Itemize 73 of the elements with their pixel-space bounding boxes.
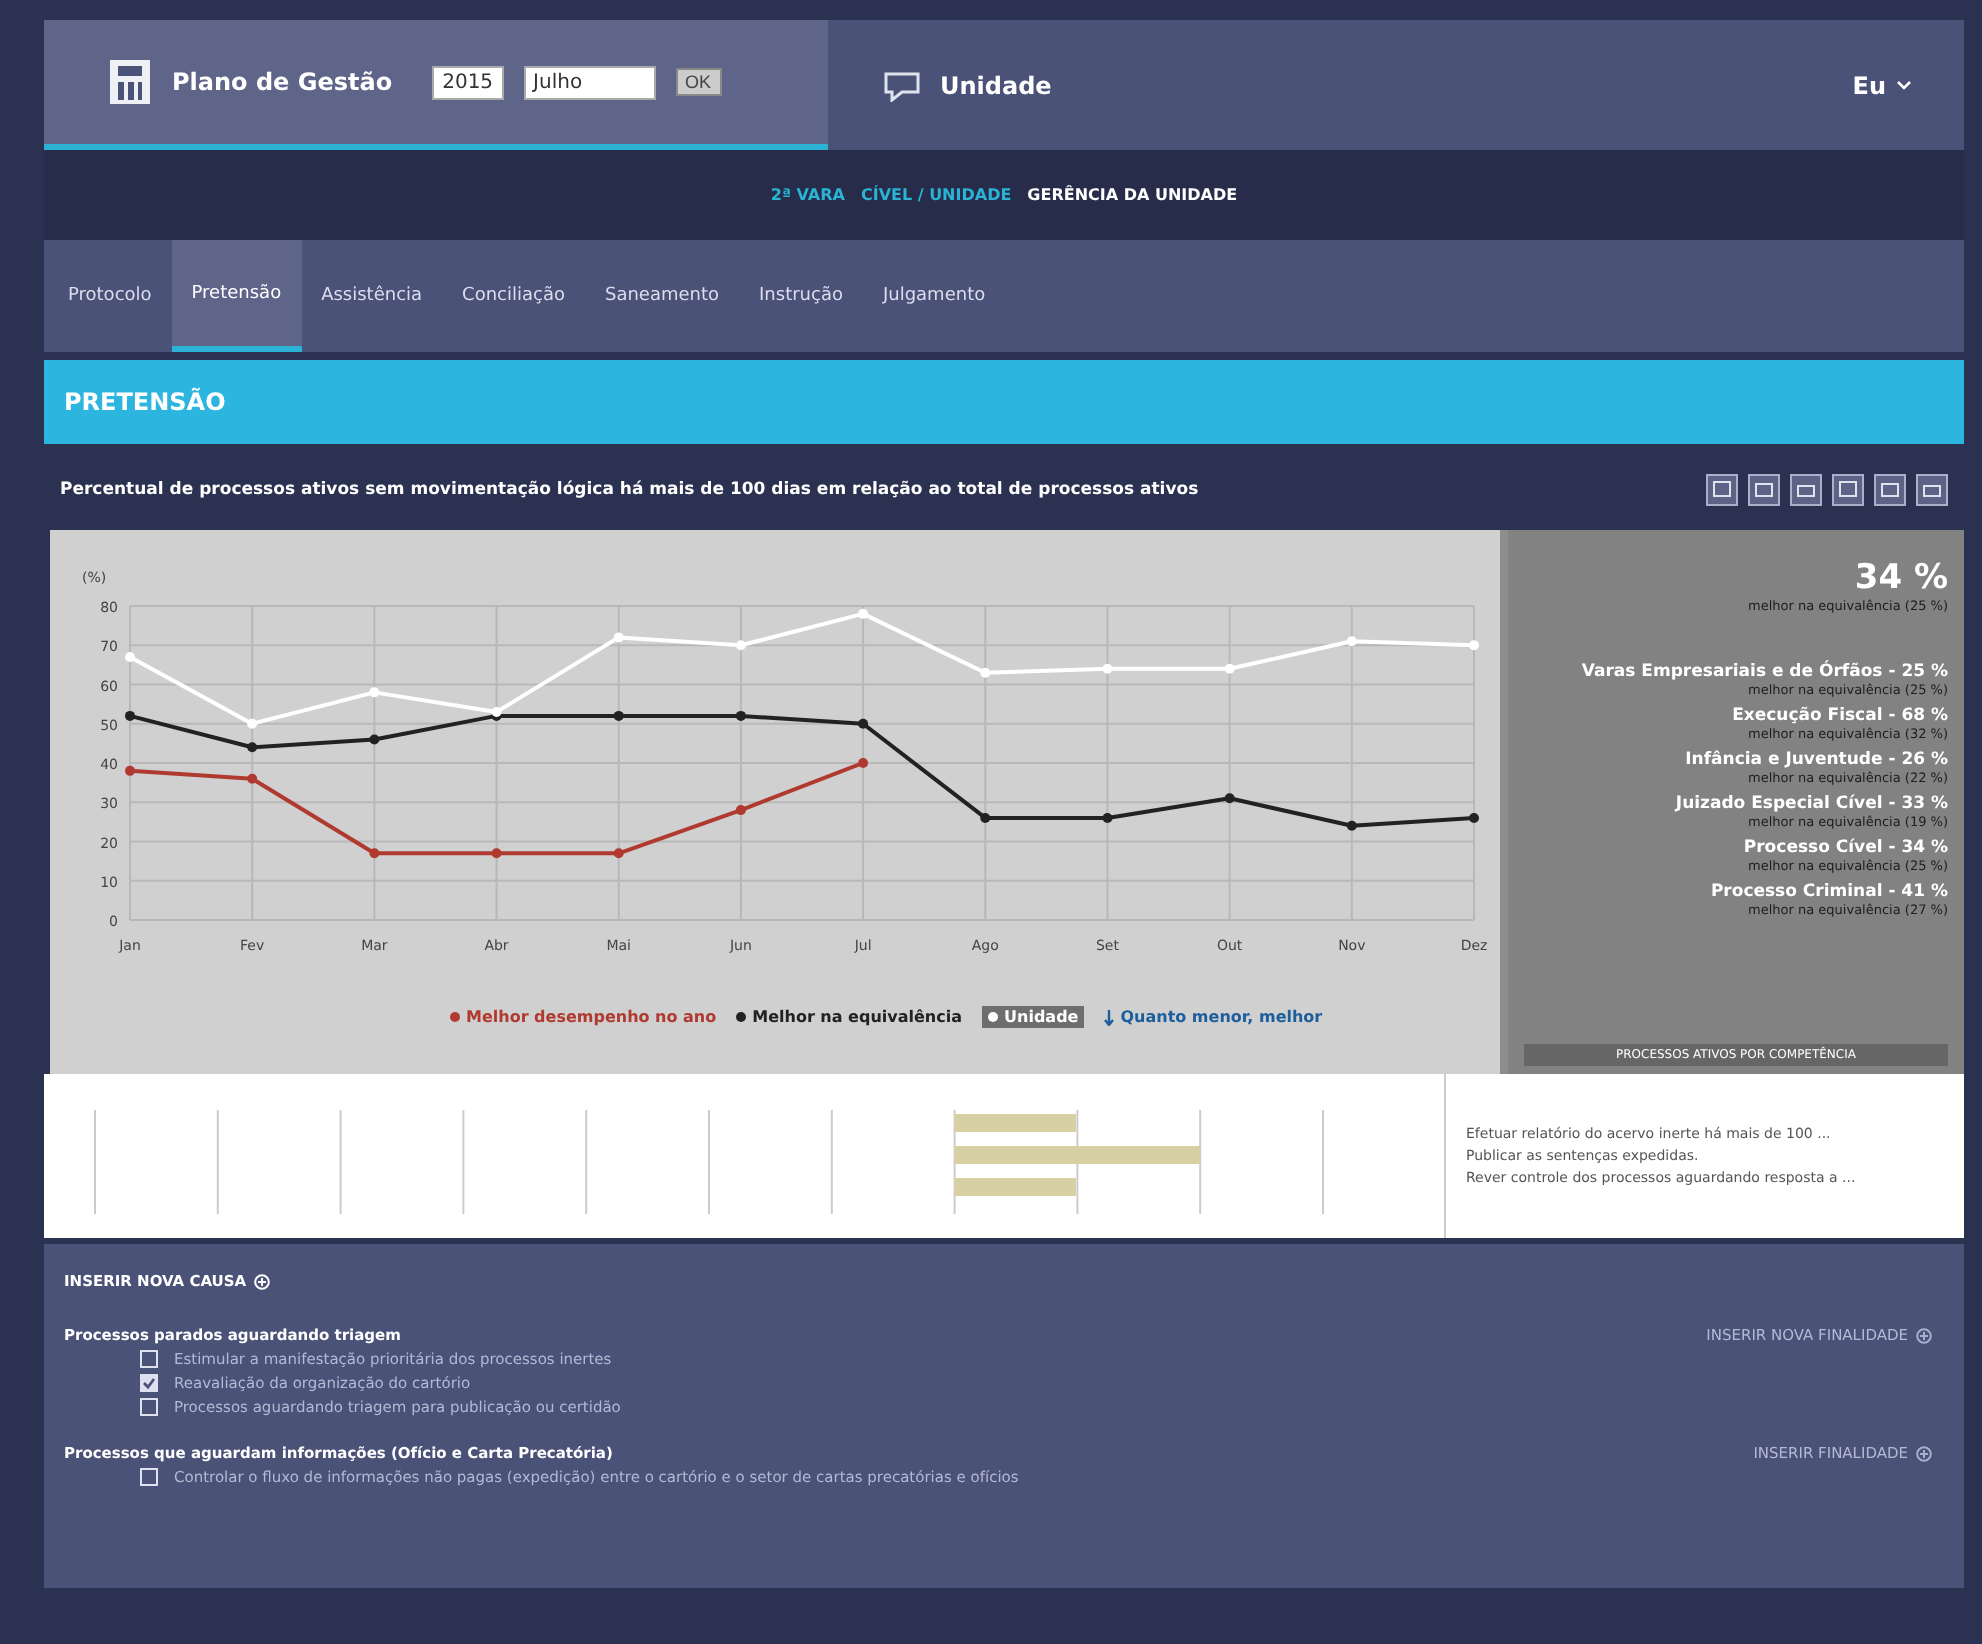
tab[interactable]: Pretensão	[171, 240, 302, 352]
legend-item[interactable]: Melhor desempenho no ano	[450, 1006, 717, 1028]
point	[1469, 640, 1479, 651]
summary-item[interactable]: Processo Cível - 34 %	[1743, 838, 1948, 858]
legend-label: Melhor na equivalência	[752, 1008, 963, 1026]
section-title: PRETENSÃO	[44, 360, 1964, 450]
legend-label: Melhor desempenho no ano	[466, 1008, 717, 1026]
point	[858, 758, 869, 768]
point	[247, 773, 258, 784]
tab[interactable]: Instrução	[739, 240, 863, 352]
tab[interactable]: Julgamento	[862, 240, 1006, 352]
point	[491, 848, 502, 859]
month-select[interactable]: Julho	[523, 65, 656, 99]
point	[1224, 663, 1235, 674]
point	[858, 608, 869, 619]
point	[980, 812, 991, 823]
checkbox[interactable]	[140, 1398, 158, 1416]
point	[1102, 812, 1113, 823]
point	[369, 687, 380, 698]
app-title: Plano de Gestão	[172, 68, 393, 96]
point	[1224, 793, 1235, 804]
chart-note: Quanto menor, melhor	[1120, 1008, 1323, 1026]
point	[858, 718, 869, 729]
legend-item[interactable]: Melhor na equivalência	[736, 1006, 963, 1028]
ok-button[interactable]: OK	[675, 68, 722, 96]
user-menu[interactable]: Eu	[1852, 71, 1912, 99]
plus-circle-icon[interactable]	[1916, 1445, 1932, 1462]
legend-item[interactable]: Unidade	[982, 1006, 1085, 1028]
point	[125, 710, 135, 721]
point	[1102, 663, 1113, 674]
building-icon[interactable]	[108, 58, 152, 106]
point	[1469, 812, 1479, 823]
checkbox[interactable]	[140, 1374, 158, 1392]
timeline-bar	[953, 1114, 1077, 1132]
point	[247, 718, 258, 729]
legend-label: Unidade	[1004, 1008, 1079, 1026]
breadcrumb-current: GERÊNCIA DA UNIDADE	[1027, 186, 1238, 204]
breadcrumb-link[interactable]: CÍVEL / UNIDADE	[860, 186, 1012, 204]
caret-icon	[1896, 80, 1912, 90]
down-arrow-icon	[1104, 1009, 1115, 1025]
summary-value: 34 %	[1854, 558, 1948, 598]
breadcrumb-link[interactable]: 2ª VARA	[770, 186, 845, 204]
tab[interactable]: Conciliação	[442, 240, 585, 352]
point	[1346, 820, 1357, 831]
tab[interactable]: Assistência	[301, 240, 443, 352]
tab[interactable]: Protocolo	[48, 240, 172, 352]
unit-link[interactable]: Unidade	[940, 71, 1052, 99]
summary-item[interactable]: Juizado Especial Cível - 33 %	[1675, 794, 1948, 814]
point	[613, 710, 624, 721]
point	[735, 805, 746, 816]
point	[247, 742, 258, 753]
point	[980, 667, 991, 678]
summary-item[interactable]: Processo Criminal - 41 %	[1710, 882, 1948, 902]
point	[735, 640, 746, 651]
speech-bubble-icon[interactable]	[880, 69, 924, 101]
point	[369, 848, 380, 859]
summary-item[interactable]: Execução Fiscal - 68 %	[1732, 706, 1948, 726]
year-select[interactable]: 2015	[432, 65, 504, 99]
point	[613, 632, 624, 643]
point	[369, 734, 380, 745]
indicator-title: Percentual de processos ativos sem movimentação lógica há mais de 100 dias em relação ao total de processos ativos	[60, 480, 1199, 500]
timeline-bar	[953, 1178, 1077, 1196]
point	[613, 848, 624, 859]
checkbox[interactable]	[140, 1468, 158, 1486]
plus-circle-icon[interactable]	[1916, 1327, 1932, 1344]
summary-item[interactable]: Varas Empresariais e de Órfãos - 25 %	[1581, 662, 1948, 682]
point	[125, 765, 135, 776]
tab[interactable]: Saneamento	[584, 240, 740, 352]
checkbox[interactable]	[140, 1350, 158, 1368]
summary-item[interactable]: Infância e Juventude - 26 %	[1685, 750, 1948, 770]
point	[125, 652, 135, 663]
point	[1346, 636, 1357, 647]
point	[735, 710, 746, 721]
